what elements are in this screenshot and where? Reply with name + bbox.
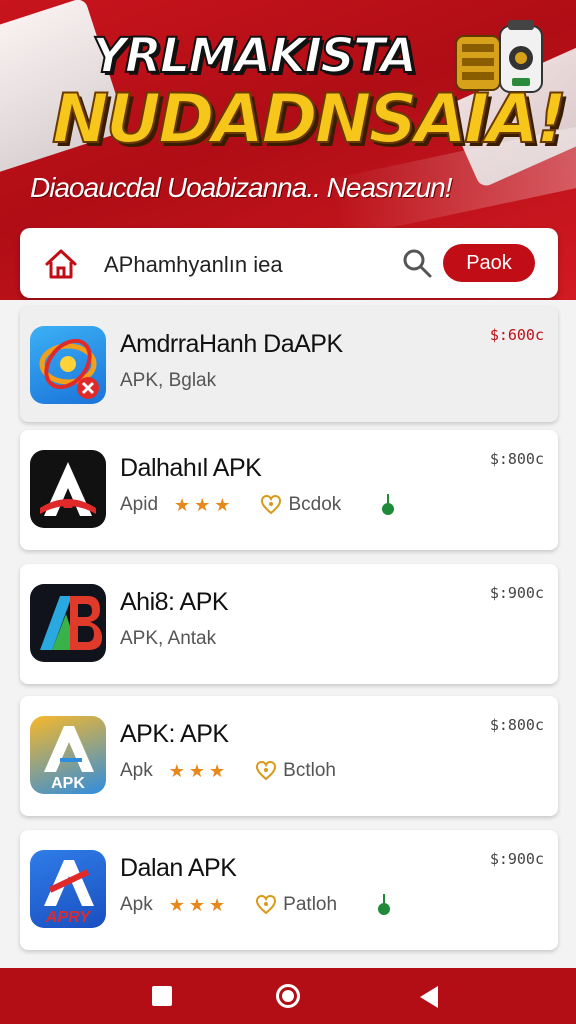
ab-letter-app-icon [30, 584, 106, 662]
app-meta: Apk ★★★ Patloh [120, 894, 391, 916]
apk-app-icon: APK [30, 716, 106, 794]
app-category: APK, Bglak [120, 370, 217, 391]
app-name: Ahi8: APK [120, 588, 229, 616]
app-card[interactable]: Ahi8: APK APK, Antak $:900c [20, 564, 558, 684]
app-meta: APK, Bglak [120, 370, 216, 392]
system-nav-bar [0, 968, 576, 1024]
headline-line2: NUDADNSAIA! [51, 79, 568, 160]
app-price: $:800c [489, 716, 544, 734]
app-price: $:800c [489, 450, 544, 468]
app-price: $:900c [489, 584, 544, 602]
headline-subtitle: Diaoaucdal Uoabizanna.. Neasnzun! [30, 172, 453, 203]
app-category: APK, Antak [120, 628, 217, 649]
app-category: Apid [120, 494, 159, 515]
app-name: AmdrraHanh DaAPK [120, 330, 343, 358]
star-rating: ★★★ [168, 760, 230, 781]
orbit-app-icon [30, 326, 106, 404]
app-category: Apk [120, 760, 153, 781]
app-name: Dalan APK [120, 854, 237, 882]
badge-label: Bctloh [283, 760, 336, 781]
headline-line1: YRLMAKISTA [91, 27, 418, 85]
app-category: Apk [120, 894, 153, 915]
back-button[interactable] [420, 986, 438, 1008]
app-card[interactable]: AmdrraHanh DaAPK APK, Bglak $:600c [20, 306, 558, 422]
star-rating: ★★★ [168, 894, 230, 915]
search-button[interactable]: Paok [443, 244, 535, 282]
apk-icon-label: APK [51, 775, 85, 792]
badge-label: Patloh [283, 894, 338, 915]
badge-label: Bcdok [288, 494, 342, 515]
app-card[interactable]: APK APK: APK Apk ★★★ Bctloh $:800c [20, 696, 558, 816]
app-meta: Apid ★★★ Bcdok [120, 494, 395, 516]
heart-icon [256, 895, 277, 915]
heart-icon [261, 495, 282, 515]
app-meta: APK, Antak [120, 628, 216, 650]
app-meta: Apk ★★★ Bctloh [120, 760, 336, 782]
promo-header: YRLMAKISTA NUDADNSAIA! Diaoaucdal Uoabiz… [0, 0, 576, 300]
apry-app-icon: APRY [30, 850, 106, 928]
star-rating: ★★★ [174, 494, 235, 515]
a-letter-app-icon [30, 450, 106, 528]
recents-button[interactable] [152, 986, 172, 1006]
search-input[interactable]: APhamhyanlın iea [104, 252, 283, 278]
app-name: APK: APK [120, 720, 229, 748]
apry-icon-label: APRY [45, 909, 91, 926]
search-bar[interactable]: APhamhyanlın iea Paok [20, 228, 558, 298]
home-icon[interactable] [44, 248, 78, 280]
app-list: AmdrraHanh DaAPK APK, Bglak $:600c Dalha… [0, 300, 576, 968]
app-card[interactable]: Dalhahıl APK Apid ★★★ Bcdok $:800c [20, 430, 558, 550]
app-price: $:600c [489, 326, 544, 344]
home-button[interactable] [276, 984, 300, 1008]
leaf-icon [382, 494, 395, 515]
search-icon[interactable] [402, 248, 432, 278]
app-card[interactable]: APRY Dalan APK Apk ★★★ Patloh $:900c [20, 830, 558, 950]
app-name: Dalhahıl APK [120, 454, 262, 482]
heart-icon [256, 761, 277, 781]
leaf-icon [378, 894, 391, 915]
app-price: $:900c [489, 850, 544, 868]
